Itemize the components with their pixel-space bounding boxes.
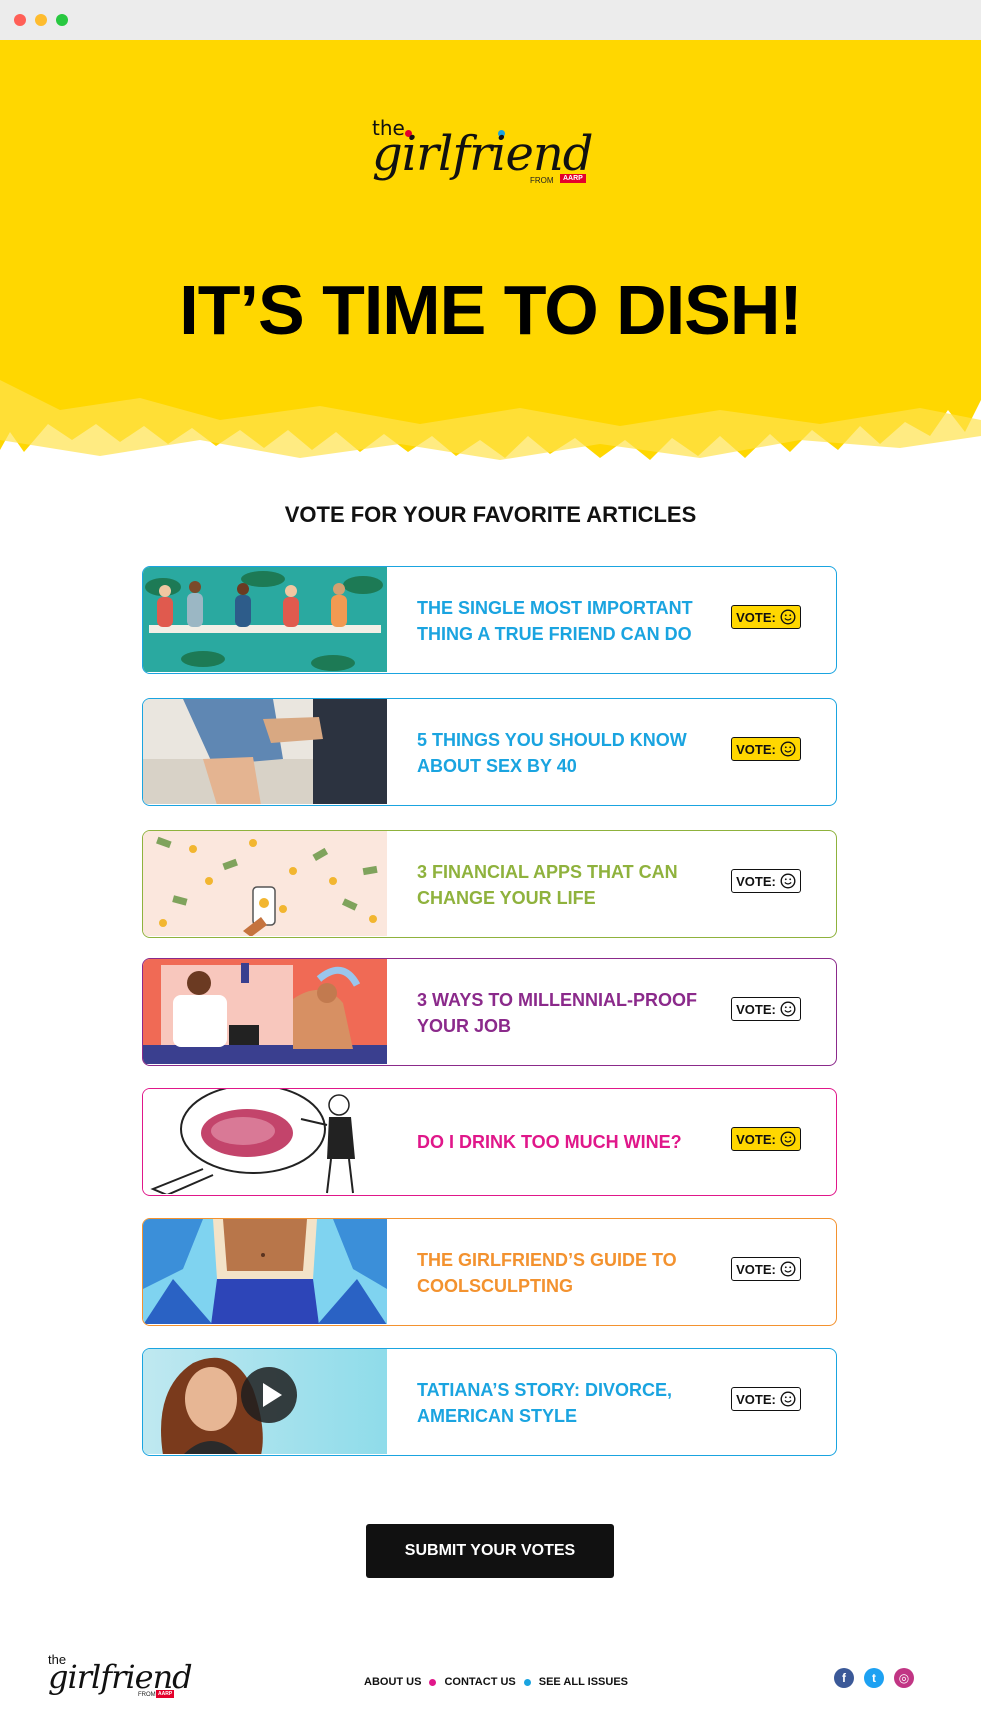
article-card[interactable]: THE SINGLE MOST IMPORTANT THING A TRUE F… <box>142 566 837 674</box>
brush-stroke-edge <box>0 340 981 460</box>
vote-label: VOTE: <box>736 873 776 889</box>
minimize-window-button[interactable] <box>35 14 47 26</box>
vote-button[interactable]: VOTE: <box>731 997 801 1021</box>
article-thumbnail-office-workers <box>143 959 387 1064</box>
article-title[interactable]: 3 WAYS TO MILLENNIAL-PROOF YOUR JOB <box>417 987 707 1039</box>
article-card[interactable]: 3 FINANCIAL APPS THAT CAN CHANGE YOUR LI… <box>142 830 837 938</box>
close-window-button[interactable] <box>14 14 26 26</box>
article-thumbnail-friends-bench <box>143 567 387 672</box>
footer-link-about[interactable]: ABOUT US <box>364 1676 421 1688</box>
article-card[interactable]: THE GIRLFRIEND’S GUIDE TO COOLSCULPTING … <box>142 1218 837 1326</box>
footer: the girlfriend FROM AARP ABOUT US CONTAC… <box>0 1630 981 1715</box>
vote-button[interactable]: VOTE: <box>731 1257 801 1281</box>
hero-headline: IT’S TIME TO DISH! <box>179 271 802 349</box>
footer-aarp-badge: AARP <box>156 1690 175 1698</box>
smiley-icon <box>780 1261 796 1277</box>
smiley-icon <box>780 1391 796 1407</box>
footer-link-contact[interactable]: CONTACT US <box>444 1676 515 1688</box>
play-button-icon[interactable] <box>241 1367 297 1423</box>
logo-from: FROM <box>530 176 554 185</box>
article-title[interactable]: 3 FINANCIAL APPS THAT CAN CHANGE YOUR LI… <box>417 859 707 911</box>
article-card[interactable]: DO I DRINK TOO MUCH WINE? VOTE: <box>142 1088 837 1196</box>
submit-votes-button[interactable]: SUBMIT YOUR VOTES <box>366 1524 614 1578</box>
maximize-window-button[interactable] <box>56 14 68 26</box>
vote-button[interactable]: VOTE: <box>731 737 801 761</box>
smiley-icon <box>780 1131 796 1147</box>
vote-button[interactable]: VOTE: <box>731 1127 801 1151</box>
vote-label: VOTE: <box>736 1131 776 1147</box>
vote-label: VOTE: <box>736 741 776 757</box>
smiley-icon <box>780 741 796 757</box>
footer-separator-dot <box>523 1678 531 1686</box>
vote-button[interactable]: VOTE: <box>731 869 801 893</box>
article-thumbnail-money-phone <box>143 831 387 936</box>
vote-label: VOTE: <box>736 1261 776 1277</box>
footer-link-issues[interactable]: SEE ALL ISSUES <box>539 1676 628 1688</box>
facebook-icon[interactable]: f <box>834 1668 854 1688</box>
hero-banner: the girlfriend FROM AARP IT’S TIME TO DI… <box>0 40 981 460</box>
article-thumbnail-coolsculpting <box>143 1219 387 1324</box>
vote-button[interactable]: VOTE: <box>731 1387 801 1411</box>
article-card[interactable]: TATIANA’S STORY: DIVORCE, AMERICAN STYLE… <box>142 1348 837 1456</box>
article-card[interactable]: 5 THINGS YOU SHOULD KNOW ABOUT SEX BY 40… <box>142 698 837 806</box>
article-title[interactable]: DO I DRINK TOO MUCH WINE? <box>417 1129 707 1155</box>
section-title: VOTE FOR YOUR FAVORITE ARTICLES <box>284 502 697 527</box>
footer-separator-dot <box>429 1678 437 1686</box>
footer-logo-from: FROM <box>138 1692 156 1698</box>
article-thumbnail-couple <box>143 699 387 804</box>
vote-label: VOTE: <box>736 1391 776 1407</box>
smiley-icon <box>780 1001 796 1017</box>
article-title[interactable]: THE SINGLE MOST IMPORTANT THING A TRUE F… <box>417 595 707 647</box>
article-card[interactable]: 3 WAYS TO MILLENNIAL-PROOF YOUR JOB VOTE… <box>142 958 837 1066</box>
smiley-icon <box>780 873 796 889</box>
aarp-badge: AARP <box>560 174 586 183</box>
smiley-icon <box>780 609 796 625</box>
brand-logo[interactable]: the girlfriend FROM AARP <box>372 110 602 190</box>
vote-button[interactable]: VOTE: <box>731 605 801 629</box>
article-title[interactable]: 5 THINGS YOU SHOULD KNOW ABOUT SEX BY 40 <box>417 727 707 779</box>
vote-label: VOTE: <box>736 609 776 625</box>
vote-label: VOTE: <box>736 1001 776 1017</box>
footer-nav: ABOUT US CONTACT US SEE ALL ISSUES <box>364 1676 628 1688</box>
article-title[interactable]: TATIANA’S STORY: DIVORCE, AMERICAN STYLE <box>417 1377 707 1429</box>
article-title[interactable]: THE GIRLFRIEND’S GUIDE TO COOLSCULPTING <box>417 1247 707 1299</box>
twitter-icon[interactable]: t <box>864 1668 884 1688</box>
instagram-icon[interactable]: ◎ <box>894 1668 914 1688</box>
article-thumbnail-wine-glass <box>143 1089 387 1194</box>
footer-logo[interactable]: the girlfriend FROM AARP <box>48 1652 193 1702</box>
browser-chrome <box>0 0 981 41</box>
